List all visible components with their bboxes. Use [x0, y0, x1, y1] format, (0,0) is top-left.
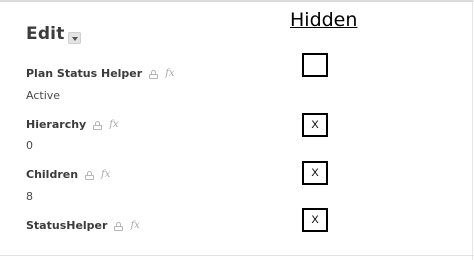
fx-icon[interactable]: fx [130, 220, 139, 231]
field-label-text: Children [26, 168, 79, 181]
section-title: Edit [26, 24, 65, 44]
right-divider [472, 0, 473, 260]
lock-icon [149, 69, 159, 79]
field-value-plan-status-helper[interactable]: Active [26, 89, 60, 102]
chevron-down-icon[interactable] [68, 32, 81, 44]
field-label-plan-status-helper: Plan Status Helper fx [26, 67, 175, 80]
hidden-checkbox-plan-status-helper[interactable] [302, 53, 328, 77]
field-label-statushelper: StatusHelper fx [26, 219, 140, 232]
field-label-children: Children fx [26, 168, 110, 181]
fx-icon[interactable]: fx [109, 119, 118, 130]
field-label-text: StatusHelper [26, 219, 108, 232]
top-divider [0, 0, 474, 2]
field-label-text: Plan Status Helper [26, 67, 143, 80]
lock-icon [85, 170, 95, 180]
lock-icon [114, 221, 124, 231]
field-value-children[interactable]: 8 [26, 190, 33, 203]
field-label-text: Hierarchy [26, 118, 87, 131]
fx-icon[interactable]: fx [165, 68, 174, 79]
field-label-hierarchy: Hierarchy fx [26, 118, 119, 131]
bottom-divider [0, 255, 474, 256]
fx-icon[interactable]: fx [101, 169, 110, 180]
hidden-checkbox-hierarchy[interactable]: X [302, 113, 328, 137]
hidden-checkbox-children[interactable]: X [302, 161, 328, 185]
hidden-checkbox-statushelper[interactable]: X [302, 208, 328, 232]
field-value-hierarchy[interactable]: 0 [26, 139, 33, 152]
hidden-column-heading: Hidden [290, 9, 358, 31]
lock-icon [93, 120, 103, 130]
